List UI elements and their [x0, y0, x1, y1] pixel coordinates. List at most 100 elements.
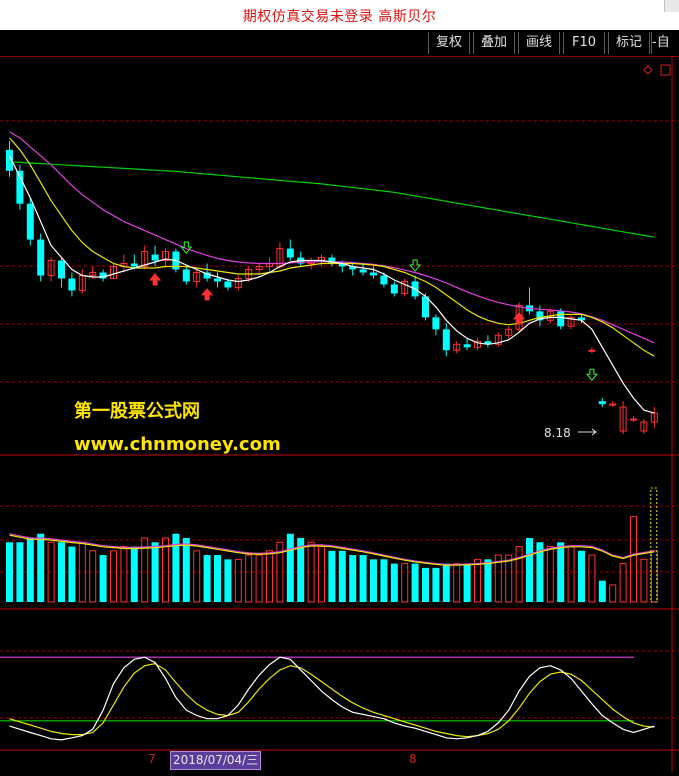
date-tick: 8	[409, 752, 417, 766]
volume-bar-up	[120, 546, 128, 603]
volume-bar-down	[432, 567, 440, 602]
volume-bar-down	[16, 542, 24, 602]
volume-bar-up	[453, 563, 461, 603]
volume-bar-up	[255, 554, 263, 603]
adjust-rights-button[interactable]: 复权	[428, 32, 470, 54]
candle-down	[359, 269, 367, 273]
candle-down	[182, 269, 190, 282]
volume-bar-down	[526, 538, 533, 602]
volume-bar-down	[557, 542, 565, 602]
mark-button[interactable]: 标记	[608, 32, 650, 54]
volume-bar-down	[390, 563, 398, 602]
watermark-title: 第一股票公式网	[74, 401, 200, 422]
volume-bar-down	[37, 533, 45, 602]
buy-arrow-icon	[201, 288, 214, 301]
candle-down	[37, 239, 45, 276]
min-price-label: 8.18	[544, 426, 571, 440]
candle-down	[151, 254, 159, 261]
candle-down	[380, 275, 388, 285]
volume-bar-down	[224, 559, 232, 602]
candle-down	[463, 344, 471, 348]
watermark-url: www.chnmoney.com	[74, 434, 281, 455]
volume-bar-down	[214, 555, 221, 602]
volume-bar-down	[411, 563, 419, 602]
volume-bar-up	[474, 558, 481, 603]
volume-bar-down	[182, 538, 190, 602]
candle-down	[68, 278, 76, 291]
volume-bar-down	[151, 542, 159, 602]
candle-up	[609, 403, 617, 406]
candle-up	[588, 349, 596, 352]
sell-arrow-icon	[180, 241, 193, 254]
candle-down	[224, 281, 232, 288]
sell-arrow-icon	[585, 368, 598, 381]
volume-bar-down	[349, 555, 357, 602]
overlay-button[interactable]: 叠加	[473, 32, 515, 54]
volume-bar-down	[370, 559, 377, 602]
watchlist-button[interactable]: -自选	[651, 32, 679, 54]
volume-bar-down	[68, 546, 76, 602]
volume-bar-down	[203, 555, 211, 602]
volume-bar-down	[99, 555, 107, 602]
volume-bar-up	[588, 554, 596, 603]
stock-chart: 第一股票公式网 www.chnmoney.com 8.18 7 2018/07/…	[0, 56, 679, 772]
f10-button[interactable]: F10	[563, 32, 605, 54]
volume-bar-down	[578, 550, 585, 602]
candle-down	[286, 248, 294, 258]
draw-line-button[interactable]: 画线	[518, 32, 560, 54]
volume-bar-up	[640, 558, 648, 603]
candle-down	[390, 284, 398, 294]
kdj-k-line	[9, 656, 655, 741]
volume-bar-up	[567, 546, 575, 603]
volume-bar-up	[630, 516, 637, 603]
volume-bar-up	[234, 558, 242, 603]
volume-bar-up	[245, 554, 253, 603]
volume-bar-up	[266, 550, 273, 603]
window-title: 期权仿真交易未登录 高斯贝尔	[242, 9, 437, 25]
candle-down	[130, 263, 138, 267]
volume-bar-up	[89, 550, 97, 603]
volume-bar-down	[422, 567, 429, 602]
panel-toggle-icon	[660, 64, 671, 76]
volume-bar-up	[609, 584, 617, 603]
volume-bar-down	[26, 538, 34, 602]
candle-down	[370, 272, 377, 276]
ma-longest-line	[9, 161, 655, 238]
volume-bar-down	[338, 550, 346, 602]
volume-bar-up	[162, 537, 169, 603]
volume-bar-up	[546, 546, 554, 603]
volume-bar-down	[58, 542, 65, 602]
diamond-icon	[643, 65, 653, 75]
candle-down	[432, 317, 440, 330]
chart-toolbar: 复权 叠加 画线 F10 标记 -自选	[0, 30, 679, 57]
volume-bar-down	[328, 550, 336, 602]
volume-bar-up	[401, 563, 409, 603]
candle-up	[630, 418, 637, 421]
volume-bar-up	[619, 563, 627, 603]
volume-bar-up	[505, 554, 513, 603]
volume-bar-down	[598, 580, 606, 602]
volume-bar-up	[110, 550, 117, 603]
volume-bar-up	[193, 550, 201, 603]
candle-down	[26, 203, 34, 240]
volume-bar-up	[318, 546, 325, 603]
volume-bar-down	[286, 533, 294, 602]
volume-bar-down	[484, 559, 492, 602]
ma-short-line	[8, 155, 655, 414]
volume-bar-down	[130, 546, 138, 602]
scroll-arrow-icon[interactable]	[664, 0, 679, 12]
volume-bar-down	[380, 559, 388, 602]
title-bar: 期权仿真交易未登录 高斯贝尔	[0, 0, 679, 31]
volume-bar-down	[6, 542, 13, 602]
buy-arrow-icon	[149, 273, 162, 286]
candle-down	[442, 329, 450, 351]
volume-bar-down	[442, 563, 450, 602]
candle-down	[598, 401, 606, 405]
volume-bar-up	[515, 546, 523, 603]
date-tick: 7	[148, 752, 156, 766]
selected-date[interactable]: 2018/07/04/三	[170, 751, 262, 770]
candle-down	[58, 260, 65, 279]
date-axis: 7 2018/07/04/三 8	[0, 750, 679, 772]
volume-bar-down	[463, 563, 471, 602]
candle-down	[557, 311, 565, 327]
